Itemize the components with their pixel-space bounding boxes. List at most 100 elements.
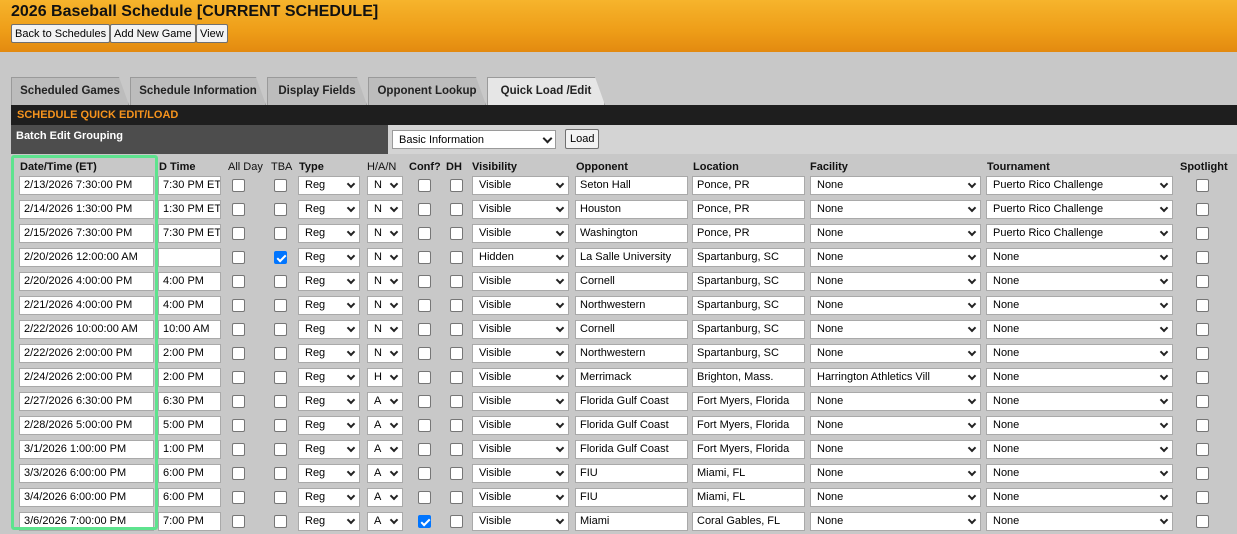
facility-select[interactable]: Harrington Athletics Vill — [810, 368, 981, 387]
doubleheader-checkbox[interactable] — [450, 371, 463, 384]
facility-select[interactable]: None — [810, 464, 981, 483]
facility-select[interactable]: None — [810, 416, 981, 435]
allday-checkbox[interactable] — [232, 179, 245, 192]
doubleheader-checkbox[interactable] — [450, 227, 463, 240]
type-select[interactable]: Reg — [298, 512, 360, 531]
visibility-select[interactable]: Hidden — [472, 248, 569, 267]
han-select[interactable]: A — [367, 416, 403, 435]
conference-checkbox[interactable] — [418, 323, 431, 336]
han-select[interactable]: A — [367, 392, 403, 411]
tba-checkbox[interactable] — [274, 467, 287, 480]
allday-checkbox[interactable] — [232, 275, 245, 288]
location-field[interactable]: Ponce, PR — [692, 176, 805, 195]
view-button[interactable]: View — [196, 24, 228, 43]
tournament-select[interactable]: Puerto Rico Challenge — [986, 224, 1173, 243]
opponent-field[interactable]: Seton Hall — [575, 176, 688, 195]
opponent-field[interactable]: Florida Gulf Coast — [575, 392, 688, 411]
doubleheader-checkbox[interactable] — [450, 395, 463, 408]
opponent-field[interactable]: La Salle University — [575, 248, 688, 267]
display-time-field[interactable]: 1:00 PM — [158, 440, 221, 459]
tba-checkbox[interactable] — [274, 443, 287, 456]
tba-checkbox[interactable] — [274, 419, 287, 432]
tba-checkbox[interactable] — [274, 347, 287, 360]
facility-select[interactable]: None — [810, 296, 981, 315]
han-select[interactable]: A — [367, 464, 403, 483]
facility-select[interactable]: None — [810, 392, 981, 411]
conference-checkbox[interactable] — [418, 371, 431, 384]
display-time-field[interactable]: 2:00 PM — [158, 344, 221, 363]
han-select[interactable]: N — [367, 272, 403, 291]
facility-select[interactable]: None — [810, 512, 981, 531]
conference-checkbox[interactable] — [418, 347, 431, 360]
han-select[interactable]: N — [367, 344, 403, 363]
type-select[interactable]: Reg — [298, 224, 360, 243]
tba-checkbox[interactable] — [274, 203, 287, 216]
allday-checkbox[interactable] — [232, 227, 245, 240]
doubleheader-checkbox[interactable] — [450, 467, 463, 480]
type-select[interactable]: Reg — [298, 416, 360, 435]
datetime-field[interactable]: 2/14/2026 1:30:00 PM — [19, 200, 154, 219]
spotlight-checkbox[interactable] — [1196, 299, 1209, 312]
location-field[interactable]: Spartanburg, SC — [692, 272, 805, 291]
visibility-select[interactable]: Visible — [472, 320, 569, 339]
visibility-select[interactable]: Visible — [472, 512, 569, 531]
tab-quick-load-edit[interactable]: Quick Load /Edit — [487, 77, 605, 105]
tab-scheduled-games[interactable]: Scheduled Games — [11, 77, 129, 105]
type-select[interactable]: Reg — [298, 488, 360, 507]
allday-checkbox[interactable] — [232, 395, 245, 408]
conference-checkbox[interactable] — [418, 179, 431, 192]
spotlight-checkbox[interactable] — [1196, 227, 1209, 240]
location-field[interactable]: Ponce, PR — [692, 224, 805, 243]
spotlight-checkbox[interactable] — [1196, 323, 1209, 336]
visibility-select[interactable]: Visible — [472, 464, 569, 483]
doubleheader-checkbox[interactable] — [450, 203, 463, 216]
facility-select[interactable]: None — [810, 440, 981, 459]
conference-checkbox[interactable] — [418, 443, 431, 456]
tournament-select[interactable]: None — [986, 272, 1173, 291]
display-time-field[interactable]: 6:00 PM — [158, 464, 221, 483]
tournament-select[interactable]: None — [986, 488, 1173, 507]
doubleheader-checkbox[interactable] — [450, 251, 463, 264]
allday-checkbox[interactable] — [232, 251, 245, 264]
opponent-field[interactable]: Merrimack — [575, 368, 688, 387]
visibility-select[interactable]: Visible — [472, 392, 569, 411]
conference-checkbox[interactable] — [418, 203, 431, 216]
doubleheader-checkbox[interactable] — [450, 347, 463, 360]
datetime-field[interactable]: 3/6/2026 7:00:00 PM — [19, 512, 154, 531]
spotlight-checkbox[interactable] — [1196, 419, 1209, 432]
allday-checkbox[interactable] — [232, 419, 245, 432]
doubleheader-checkbox[interactable] — [450, 491, 463, 504]
load-button[interactable]: Load — [565, 129, 600, 149]
type-select[interactable]: Reg — [298, 200, 360, 219]
tba-checkbox[interactable] — [274, 275, 287, 288]
allday-checkbox[interactable] — [232, 443, 245, 456]
tournament-select[interactable]: None — [986, 440, 1173, 459]
display-time-field[interactable]: 4:00 PM — [158, 272, 221, 291]
visibility-select[interactable]: Visible — [472, 296, 569, 315]
conference-checkbox[interactable] — [418, 227, 431, 240]
location-field[interactable]: Fort Myers, Florida — [692, 416, 805, 435]
type-select[interactable]: Reg — [298, 176, 360, 195]
han-select[interactable]: H — [367, 368, 403, 387]
location-field[interactable]: Spartanburg, SC — [692, 296, 805, 315]
spotlight-checkbox[interactable] — [1196, 347, 1209, 360]
han-select[interactable]: A — [367, 488, 403, 507]
visibility-select[interactable]: Visible — [472, 488, 569, 507]
batch-edit-select[interactable]: Basic Information — [392, 130, 556, 149]
location-field[interactable]: Miami, FL — [692, 464, 805, 483]
tba-checkbox[interactable] — [274, 179, 287, 192]
han-select[interactable]: A — [367, 512, 403, 531]
datetime-field[interactable]: 3/1/2026 1:00:00 PM — [19, 440, 154, 459]
conference-checkbox[interactable] — [418, 467, 431, 480]
tournament-select[interactable]: None — [986, 344, 1173, 363]
doubleheader-checkbox[interactable] — [450, 323, 463, 336]
tournament-select[interactable]: None — [986, 416, 1173, 435]
tab-display-fields[interactable]: Display Fields — [267, 77, 367, 105]
type-select[interactable]: Reg — [298, 440, 360, 459]
datetime-field[interactable]: 2/28/2026 5:00:00 PM — [19, 416, 154, 435]
datetime-field[interactable]: 2/24/2026 2:00:00 PM — [19, 368, 154, 387]
visibility-select[interactable]: Visible — [472, 416, 569, 435]
allday-checkbox[interactable] — [232, 299, 245, 312]
han-select[interactable]: N — [367, 320, 403, 339]
allday-checkbox[interactable] — [232, 467, 245, 480]
